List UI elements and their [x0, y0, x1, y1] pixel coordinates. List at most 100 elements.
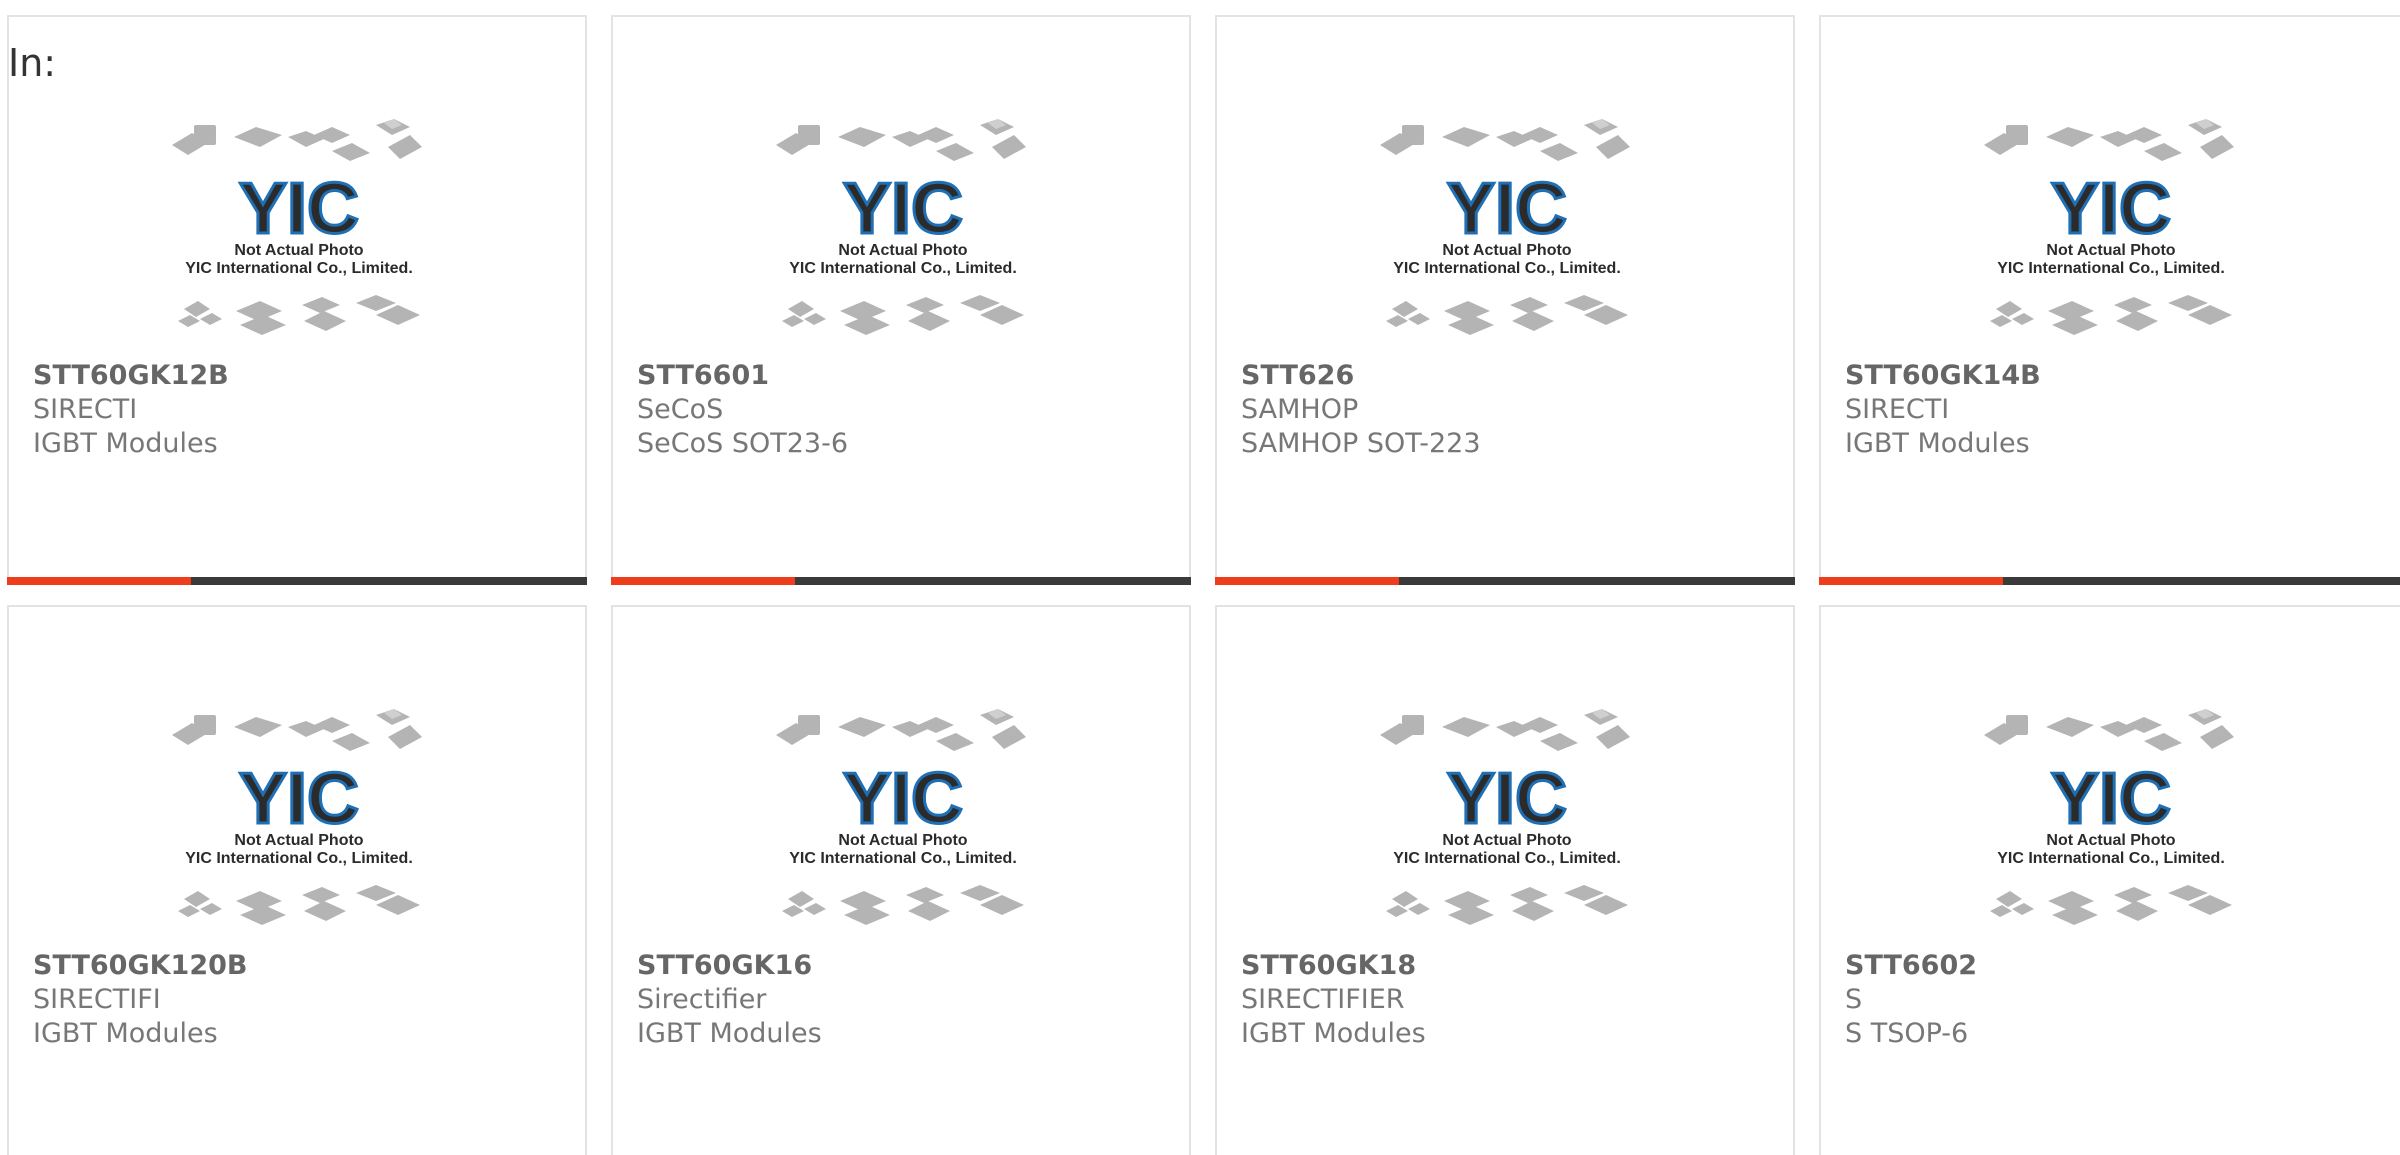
- manufacturer: Sirectifier: [637, 984, 767, 1015]
- manufacturer: SIRECTI: [1845, 394, 1950, 425]
- yic-logo-text: YIC: [2051, 169, 2171, 249]
- svg-text:YIC International Co., Limited: YIC International Co., Limited.: [1997, 850, 2225, 867]
- card-bottom-bar: [611, 577, 1191, 585]
- svg-text:Not Actual Photo: Not Actual Photo: [234, 832, 363, 849]
- product-card[interactable]: YIC Not Actual Photo YIC International Co.…: [1819, 605, 2400, 1155]
- yic-logo: YIC: [2049, 168, 2172, 251]
- card-bottom-bar: [1215, 577, 1795, 585]
- product-photo-placeholder: YIC Not Actual Photo YIC International Co.…: [1976, 695, 2246, 935]
- product-photo-placeholder: YIC Not Actual Photo YIC International Co.…: [768, 105, 1038, 345]
- description: IGBT Modules: [1845, 428, 2030, 459]
- product-card[interactable]: YIC Not Actual Photo YIC International Co.…: [7, 605, 587, 1155]
- svg-text:Not Actual Photo: Not Actual Photo: [234, 242, 363, 259]
- part-number-link[interactable]: STT60GK120B: [33, 949, 575, 983]
- svg-text:Not Actual Photo: Not Actual Photo: [1442, 242, 1571, 259]
- part-number-link[interactable]: STT60GK12B: [33, 359, 575, 393]
- yic-logo: YIC: [237, 168, 360, 251]
- product-photo-placeholder: YIC Not Actual Photo YIC International Co.…: [1976, 105, 2246, 345]
- card-accent-bar: [1215, 577, 1399, 585]
- svg-text:YIC International Co., Limited: YIC International Co., Limited.: [1997, 260, 2225, 277]
- chip-packages-bottom-icon: [1386, 885, 1628, 925]
- manufacturer: SIRECTIFI: [33, 984, 161, 1015]
- product-card[interactable]: YIC Not Actual Photo YIC International Co.…: [611, 15, 1191, 585]
- yic-logo-text: YIC: [843, 169, 963, 249]
- product-photo-placeholder: YIC Not Actual Photo YIC International Co.…: [768, 695, 1038, 935]
- card-bottom-bar: [7, 577, 587, 585]
- chip-packages-icon: [172, 709, 422, 751]
- manufacturer: SeCoS: [637, 394, 724, 425]
- part-number-link[interactable]: STT6601: [637, 359, 1179, 393]
- yic-logo: YIC: [1445, 758, 1568, 841]
- yic-logo: YIC: [841, 758, 964, 841]
- product-info: STT60GK120B SIRECTIFI IGBT Modules: [33, 949, 575, 1051]
- description: IGBT Modules: [637, 1018, 822, 1049]
- svg-text:Not Actual Photo: Not Actual Photo: [1442, 832, 1571, 849]
- yic-logo-text: YIC: [239, 759, 359, 839]
- in-label: In:: [8, 41, 57, 85]
- product-card[interactable]: YIC Not Actual Photo YIC International Co.…: [611, 605, 1191, 1155]
- yic-logo: YIC: [2049, 758, 2172, 841]
- product-grid-page: In: YIC Not Actual Photo YIC International…: [0, 0, 2400, 1155]
- yic-logo-text: YIC: [843, 759, 963, 839]
- product-info: STT6601 SeCoS SeCoS SOT23-6: [637, 359, 1179, 461]
- yic-logo-text: YIC: [2051, 759, 2171, 839]
- chip-packages-bottom-icon: [782, 885, 1024, 925]
- yic-logo-text: YIC: [1447, 169, 1567, 249]
- chip-packages-bottom-icon: [1990, 885, 2232, 925]
- card-accent-bar: [611, 577, 795, 585]
- chip-packages-icon: [1380, 119, 1630, 161]
- chip-packages-bottom-icon: [782, 295, 1024, 335]
- svg-text:Not Actual Photo: Not Actual Photo: [2046, 242, 2175, 259]
- part-number-link[interactable]: STT626: [1241, 359, 1783, 393]
- chip-packages-icon: [776, 709, 1026, 751]
- chip-packages-icon: [172, 119, 422, 161]
- card-accent-bar: [7, 577, 191, 585]
- svg-text:YIC International Co., Limited: YIC International Co., Limited.: [789, 260, 1017, 277]
- manufacturer: S: [1845, 984, 1863, 1015]
- chip-packages-icon: [1984, 119, 2234, 161]
- product-info: STT60GK12B SIRECTI IGBT Modules: [33, 359, 575, 461]
- chip-packages-bottom-icon: [178, 885, 420, 925]
- svg-text:YIC International Co., Limited: YIC International Co., Limited.: [1393, 260, 1621, 277]
- description: SeCoS SOT23-6: [637, 428, 849, 459]
- product-photo-placeholder: YIC Not Actual Photo YIC International Co.…: [164, 695, 434, 935]
- chip-packages-icon: [776, 119, 1026, 161]
- svg-text:YIC International Co., Limited: YIC International Co., Limited.: [185, 260, 413, 277]
- product-photo-placeholder: YIC Not Actual Photo YIC International Co.…: [1372, 105, 1642, 345]
- part-number-link[interactable]: STT6602: [1845, 949, 2395, 983]
- part-number-link[interactable]: STT60GK16: [637, 949, 1179, 983]
- card-accent-bar: [1819, 577, 2003, 585]
- manufacturer: SIRECTI: [33, 394, 138, 425]
- manufacturer: SAMHOP: [1241, 394, 1359, 425]
- yic-logo: YIC: [237, 758, 360, 841]
- product-photo-placeholder: YIC Not Actual Photo YIC International Co.…: [164, 105, 434, 345]
- yic-logo: YIC: [841, 168, 964, 251]
- product-photo-placeholder: YIC Not Actual Photo YIC International Co.…: [1372, 695, 1642, 935]
- part-number-link[interactable]: STT60GK18: [1241, 949, 1783, 983]
- product-card[interactable]: YIC Not Actual Photo YIC International Co.…: [1215, 605, 1795, 1155]
- description: S TSOP-6: [1845, 1018, 1969, 1049]
- card-bottom-bar: [1819, 577, 2400, 585]
- product-card[interactable]: YIC Not Actual Photo YIC International Co.…: [1215, 15, 1795, 585]
- description: IGBT Modules: [1241, 1018, 1426, 1049]
- product-info: STT60GK14B SIRECTI IGBT Modules: [1845, 359, 2395, 461]
- product-info: STT6602 S S TSOP-6: [1845, 949, 2395, 1051]
- svg-text:YIC International Co., Limited: YIC International Co., Limited.: [1393, 850, 1621, 867]
- product-card[interactable]: YIC Not Actual Photo YIC International Co.…: [1819, 15, 2400, 585]
- description: SAMHOP SOT-223: [1241, 428, 1481, 459]
- svg-text:Not Actual Photo: Not Actual Photo: [838, 832, 967, 849]
- yic-logo-text: YIC: [239, 169, 359, 249]
- chip-packages-icon: [1380, 709, 1630, 751]
- description: IGBT Modules: [33, 1018, 218, 1049]
- chip-packages-bottom-icon: [1386, 295, 1628, 335]
- svg-text:Not Actual Photo: Not Actual Photo: [838, 242, 967, 259]
- product-info: STT60GK18 SIRECTIFIER IGBT Modules: [1241, 949, 1783, 1051]
- yic-logo-text: YIC: [1447, 759, 1567, 839]
- svg-text:YIC International Co., Limited: YIC International Co., Limited.: [789, 850, 1017, 867]
- chip-packages-bottom-icon: [1990, 295, 2232, 335]
- product-info: STT626 SAMHOP SAMHOP SOT-223: [1241, 359, 1783, 461]
- product-card[interactable]: YIC Not Actual Photo YIC International Co.…: [7, 15, 587, 585]
- chip-packages-bottom-icon: [178, 295, 420, 335]
- part-number-link[interactable]: STT60GK14B: [1845, 359, 2395, 393]
- svg-text:Not Actual Photo: Not Actual Photo: [2046, 832, 2175, 849]
